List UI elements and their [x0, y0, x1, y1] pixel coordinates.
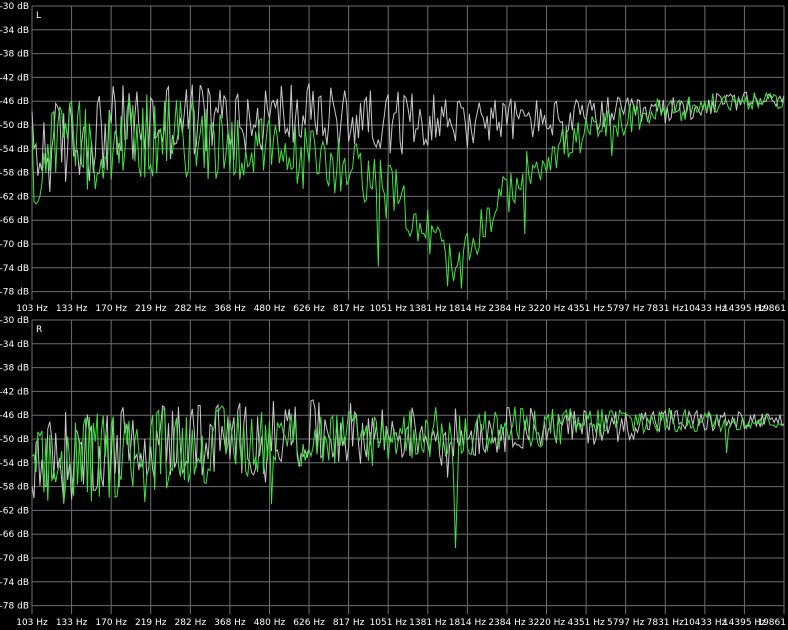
- x-tick-label: 19861: [757, 304, 786, 314]
- x-tick-label: 7831 Hz: [647, 618, 685, 628]
- y-tick-label: -38 dB: [0, 364, 29, 374]
- y-tick-label: -58 dB: [0, 483, 29, 493]
- x-tick-label: 1814 Hz: [449, 304, 487, 314]
- y-tick-label: -30 dB: [0, 2, 29, 12]
- y-tick-label: -54 dB: [0, 459, 29, 469]
- y-tick-label: -34 dB: [0, 26, 29, 36]
- y-tick-label: -46 dB: [0, 411, 29, 421]
- x-tick-label: 626 Hz: [293, 304, 325, 314]
- x-tick-label: 3220 Hz: [528, 304, 566, 314]
- x-tick-label: 282 Hz: [175, 304, 207, 314]
- y-tick-label: -46 dB: [0, 97, 29, 107]
- x-tick-label: 1381 Hz: [409, 304, 447, 314]
- x-tick-label: 170 Hz: [95, 618, 127, 628]
- y-tick-label: -50 dB: [0, 121, 29, 131]
- x-tick-label: 5797 Hz: [607, 304, 645, 314]
- x-tick-label: 4351 Hz: [567, 618, 605, 628]
- y-tick-label: -62 dB: [0, 506, 29, 516]
- x-tick-label: 817 Hz: [333, 618, 365, 628]
- y-tick-label: -74 dB: [0, 578, 29, 588]
- y-tick-label: -70 dB: [0, 554, 29, 564]
- y-tick-label: -66 dB: [0, 216, 29, 226]
- y-tick-label: -42 dB: [0, 387, 29, 397]
- x-tick-label: 3220 Hz: [528, 618, 566, 628]
- x-tick-label: 19861: [757, 618, 786, 628]
- x-tick-label: 1051 Hz: [370, 304, 408, 314]
- x-tick-label: 103 Hz: [16, 304, 48, 314]
- y-tick-label: -30 dB: [0, 316, 29, 326]
- plot-area: [32, 320, 784, 616]
- x-tick-label: 282 Hz: [175, 618, 207, 628]
- x-tick-label: 4351 Hz: [567, 304, 605, 314]
- x-tick-label: 219 Hz: [135, 304, 167, 314]
- x-tick-label: 5797 Hz: [607, 618, 645, 628]
- x-tick-label: 10433 Hz: [683, 304, 726, 314]
- y-tick-label: -54 dB: [0, 145, 29, 155]
- spectrum-chart: -30 dB -34 dB -38 dB -42 dB -46 dB -50 dB -54 …: [0, 2, 786, 628]
- x-tick-label: 133 Hz: [56, 618, 88, 628]
- channel-label: R: [36, 325, 42, 335]
- y-tick-label: -42 dB: [0, 73, 29, 83]
- y-tick-label: -38 dB: [0, 50, 29, 60]
- y-tick-label: -70 dB: [0, 240, 29, 250]
- x-tick-label: 10433 Hz: [683, 618, 726, 628]
- x-tick-label: 368 Hz: [214, 304, 246, 314]
- x-tick-label: 1814 Hz: [449, 618, 487, 628]
- x-tick-label: 1051 Hz: [370, 618, 408, 628]
- y-tick-label: -62 dB: [0, 192, 29, 202]
- plot-area: [32, 6, 784, 302]
- x-tick-label: 480 Hz: [254, 304, 286, 314]
- y-tick-label: -50 dB: [0, 435, 29, 445]
- x-tick-label: 1381 Hz: [409, 618, 447, 628]
- x-tick-label: 2384 Hz: [488, 304, 526, 314]
- x-tick-label: 133 Hz: [56, 304, 88, 314]
- x-tick-label: 7831 Hz: [647, 304, 685, 314]
- x-tick-label: 219 Hz: [135, 618, 167, 628]
- y-tick-label: -66 dB: [0, 530, 29, 540]
- y-tick-label: -58 dB: [0, 169, 29, 179]
- y-tick-label: -78 dB: [0, 288, 29, 298]
- x-tick-label: 2384 Hz: [488, 618, 526, 628]
- x-tick-label: 480 Hz: [254, 618, 286, 628]
- x-tick-label: 817 Hz: [333, 304, 365, 314]
- x-tick-label: 626 Hz: [293, 618, 325, 628]
- x-tick-label: 368 Hz: [214, 618, 246, 628]
- x-tick-label: 103 Hz: [16, 618, 48, 628]
- y-tick-label: -78 dB: [0, 602, 29, 612]
- y-tick-label: -34 dB: [0, 340, 29, 350]
- y-tick-label: -74 dB: [0, 264, 29, 274]
- x-tick-label: 170 Hz: [95, 304, 127, 314]
- channel-label: L: [36, 11, 41, 21]
